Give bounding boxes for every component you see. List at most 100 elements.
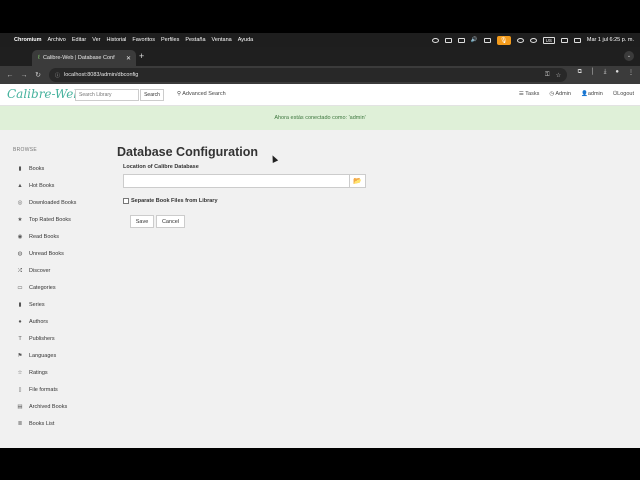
battery-level-icon[interactable] bbox=[560, 37, 568, 43]
sidebar-item-unread-books[interactable]: ◍ Unread Books bbox=[16, 249, 64, 259]
browser-tab-active[interactable]: ℓ Calibre-Web | Database Conf ✕ bbox=[32, 50, 136, 66]
sidebar-item-read-books[interactable]: ◉ Read Books bbox=[16, 232, 59, 242]
sidebar-item-file-formats[interactable]: ▯ File formats bbox=[16, 385, 58, 395]
screen-share-icon[interactable] bbox=[444, 37, 452, 43]
user-icon: 👤 bbox=[580, 91, 588, 97]
sidebar-item-label: Ratings bbox=[29, 370, 48, 376]
omnibox-actions: ⚿ ☆ bbox=[545, 68, 561, 82]
menu-archivo[interactable]: Archivo bbox=[48, 37, 66, 43]
timer-icon[interactable] bbox=[529, 37, 537, 43]
cancel-button[interactable]: Cancel bbox=[156, 215, 185, 228]
screen: Chromium Archivo Editar Ver Historial Fa… bbox=[0, 0, 640, 480]
bookmark-star-icon[interactable]: ☆ bbox=[556, 72, 561, 79]
save-button[interactable]: Save bbox=[130, 215, 154, 228]
control-center-icon[interactable] bbox=[573, 37, 581, 43]
tasks-link[interactable]: ☰ Tasks bbox=[519, 91, 539, 98]
forward-arrow-icon[interactable]: → bbox=[20, 72, 28, 79]
downloads-icon[interactable]: ⤓ bbox=[604, 69, 607, 76]
logout-label: Logout bbox=[617, 91, 634, 97]
menu-perfiles[interactable]: Perfiles bbox=[161, 37, 179, 43]
fire-icon: ▲ bbox=[17, 183, 23, 189]
sidebar-item-label: File formats bbox=[29, 387, 58, 393]
display-icon[interactable] bbox=[483, 37, 491, 43]
user-link[interactable]: 👤admin bbox=[581, 91, 603, 98]
sidebar-item-series[interactable]: ▮ Series bbox=[16, 300, 45, 310]
db-location-input[interactable] bbox=[123, 174, 350, 188]
sidebar-item-label: Authors bbox=[29, 319, 48, 325]
sidebar-item-books[interactable]: ▮ Books bbox=[16, 164, 44, 174]
sidebar-item-top-rated-books[interactable]: ★ Top Rated Books bbox=[16, 215, 71, 225]
star-empty-icon: ☆ bbox=[17, 370, 23, 376]
sidebar-item-downloaded-books[interactable]: ◎ Downloaded Books bbox=[16, 198, 77, 208]
sidebar-item-label: Hot Books bbox=[29, 183, 55, 189]
tasks-label: Tasks bbox=[525, 91, 540, 97]
menu-historial[interactable]: Historial bbox=[106, 37, 126, 43]
book-icon: ▮ bbox=[18, 166, 22, 172]
sidebar-item-ratings[interactable]: ☆ Ratings bbox=[16, 368, 48, 378]
sidebar-item-label: Series bbox=[29, 302, 45, 308]
close-tab-icon[interactable]: ✕ bbox=[126, 55, 131, 62]
sidebar-item-books-list[interactable]: ≣ Books List bbox=[16, 419, 55, 429]
menu-app-name[interactable]: Chromium bbox=[14, 37, 42, 43]
extensions-icon[interactable]: ⧉ bbox=[578, 69, 582, 76]
browser-tab-title: Calibre-Web | Database Conf bbox=[42, 55, 115, 61]
search-input[interactable] bbox=[75, 89, 139, 101]
inbox-icon: ▭ bbox=[17, 285, 23, 291]
user-icon: ● bbox=[18, 319, 22, 325]
menu-favoritos[interactable]: Favoritos bbox=[132, 37, 155, 43]
sidebar-heading: BROWSE bbox=[13, 147, 38, 153]
logout-link[interactable]: ⏻Logout bbox=[613, 91, 634, 98]
sidebar-item-label: Archived Books bbox=[29, 404, 68, 410]
toolbar-right-icons: ⧉ │ ⤓ ● ⋮ bbox=[578, 69, 634, 76]
key-icon[interactable]: ⚿ bbox=[545, 72, 550, 79]
focus-icon[interactable] bbox=[516, 37, 524, 43]
flag-icon: ⚑ bbox=[17, 353, 23, 359]
sidebar-item-label: Books List bbox=[29, 421, 55, 427]
admin-label: Admin bbox=[555, 91, 571, 97]
menu-ver[interactable]: Ver bbox=[92, 37, 100, 43]
menu-editar[interactable]: Editar bbox=[72, 37, 86, 43]
search-button[interactable]: Search bbox=[140, 89, 164, 101]
sidebar-item-authors[interactable]: ● Authors bbox=[16, 317, 48, 327]
sidebar-item-label: Top Rated Books bbox=[29, 217, 71, 223]
sidebar-item-publishers[interactable]: T Publishers bbox=[16, 334, 54, 344]
new-tab-icon[interactable]: + bbox=[139, 51, 144, 61]
divider-icon: │ bbox=[590, 69, 595, 75]
menu-kebab-icon[interactable]: ⋮ bbox=[628, 69, 634, 76]
menu-pestana[interactable]: Pestaña bbox=[185, 37, 205, 43]
menu-ventana[interactable]: Ventana bbox=[212, 37, 232, 43]
download-icon: ◎ bbox=[17, 200, 23, 206]
address-bar[interactable]: ⓘ localhost:8083/admin/dbconfig ⚿ ☆ bbox=[49, 68, 567, 82]
profile-icon[interactable]: ● bbox=[615, 69, 619, 76]
brand-logo[interactable]: Calibre-Web bbox=[7, 87, 81, 101]
volume-icon[interactable]: 🔊 bbox=[471, 37, 478, 43]
split-library-checkbox[interactable] bbox=[123, 198, 129, 204]
tab-search-icon[interactable]: ⌄ bbox=[624, 51, 634, 61]
reload-icon[interactable]: ↻ bbox=[34, 71, 42, 79]
search-icon: ⚲ bbox=[177, 91, 182, 97]
sidebar-item-hot-books[interactable]: ▲ Hot Books bbox=[16, 181, 54, 191]
menu-bar-clock[interactable]: Mar 1 jul 6:25 p. m. bbox=[587, 37, 634, 43]
calibre-favicon-icon: ℓ bbox=[38, 55, 40, 61]
sidebar-item-languages[interactable]: ⚑ Languages bbox=[16, 351, 57, 361]
address-url: localhost:8083/admin/dbconfig bbox=[64, 72, 139, 78]
site-info-icon[interactable]: ⓘ bbox=[55, 72, 60, 79]
folder-open-icon[interactable]: 📂 bbox=[349, 174, 366, 188]
advanced-search-link[interactable]: ⚲ Advanced Search bbox=[177, 91, 226, 97]
menu-ayuda[interactable]: Ayuda bbox=[238, 37, 254, 43]
back-arrow-icon[interactable]: ← bbox=[6, 72, 14, 79]
db-location-label: Location of Calibre Database bbox=[123, 164, 199, 170]
dashboard-icon: ◷ bbox=[549, 91, 555, 97]
macos-menu-bar: Chromium Archivo Editar Ver Historial Fa… bbox=[0, 33, 640, 47]
input-source-badge[interactable]: US bbox=[542, 36, 555, 44]
tasks-icon: ☰ bbox=[518, 91, 524, 97]
microphone-icon[interactable]: 🎙 bbox=[496, 35, 511, 45]
sidebar-item-categories[interactable]: ▭ Categories bbox=[16, 283, 55, 293]
sidebar-item-discover[interactable]: ⤮ Discover bbox=[16, 266, 51, 276]
record-icon[interactable] bbox=[431, 37, 439, 43]
sidebar-item-label: Downloaded Books bbox=[29, 200, 77, 206]
battery-icon[interactable] bbox=[457, 37, 465, 43]
file-icon: ▯ bbox=[18, 387, 22, 393]
admin-link[interactable]: ◷ Admin bbox=[549, 91, 571, 98]
sidebar-item-archived-books[interactable]: ▤ Archived Books bbox=[16, 402, 67, 412]
